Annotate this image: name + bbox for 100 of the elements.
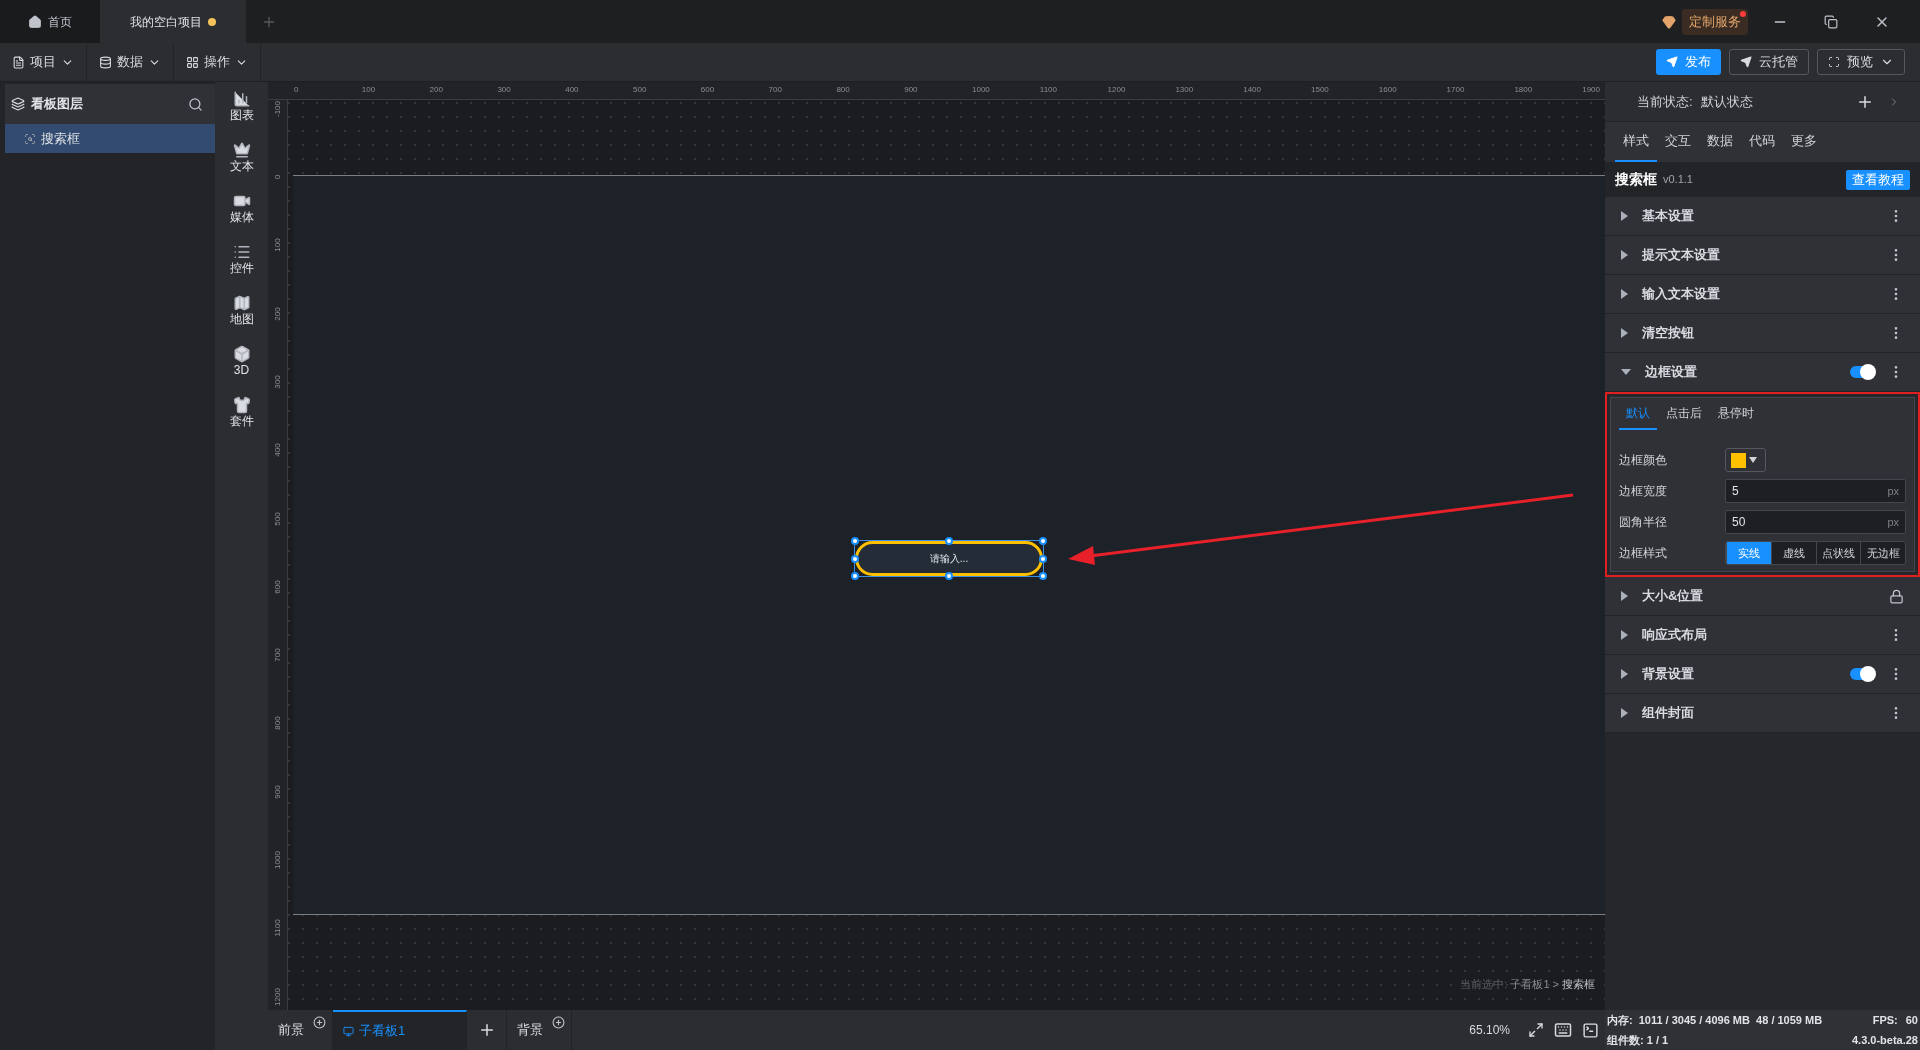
component-count: 组件数: 1 / 1 [1607, 1032, 1670, 1048]
home-icon [28, 14, 42, 29]
state-tab[interactable]: 点击后 [1659, 398, 1709, 430]
section-title: 输入文本设置 [1642, 285, 1721, 304]
section-title: 清空按钮 [1642, 324, 1695, 343]
unit-label: px [1887, 483, 1899, 499]
board-tab[interactable]: 子看板1 [333, 1010, 467, 1050]
gem-icon [1662, 14, 1676, 29]
layer-item[interactable]: 搜索框 [5, 124, 215, 153]
document-icon [12, 55, 25, 69]
number-field[interactable]: 50 px [1725, 510, 1906, 534]
settings-section-header[interactable]: 输入文本设置 [1605, 275, 1920, 314]
caret-down-icon [1621, 368, 1631, 376]
toggle-switch[interactable] [1850, 366, 1874, 378]
settings-section-header[interactable]: 背景设置 [1605, 655, 1920, 694]
caret-right-icon [1621, 289, 1628, 299]
board-tab[interactable]: 背景 [507, 1010, 572, 1050]
inspector-tab[interactable]: 数据 [1699, 122, 1741, 162]
add-circle-icon[interactable] [552, 1016, 565, 1029]
cube-icon [232, 345, 251, 363]
caret-right-icon [1621, 250, 1628, 260]
state-label: 当前状态: [1637, 92, 1693, 111]
crown-icon [232, 141, 251, 159]
map-icon [232, 294, 251, 312]
category-button[interactable]: 媒体 [229, 192, 254, 224]
unit-label: px [1887, 514, 1899, 530]
resize-handle[interactable] [851, 537, 859, 545]
horizontal-ruler: 0 100 200 300 400 500 600 700 800 900 1000 1100 1200 1300 1400 1500 1600 1700 1800 1900 [268, 82, 1605, 100]
breadcrumb-prefix: 当前选中: [1460, 976, 1508, 992]
border-style-option[interactable]: 点状线 [1815, 542, 1861, 564]
caret-right-icon [1621, 708, 1628, 718]
search-box-icon [24, 132, 36, 145]
list-icon [232, 243, 251, 261]
settings-section-header[interactable]: 清空按钮 [1605, 314, 1920, 353]
field-label: 边框样式 [1619, 545, 1668, 562]
caret-right-icon [1621, 211, 1628, 221]
state-tab[interactable]: 默认 [1619, 398, 1657, 430]
category-button[interactable]: 3D [232, 345, 251, 377]
section-title: 基本设置 [1642, 207, 1695, 226]
monitor-icon [343, 1025, 354, 1037]
vertical-ruler: -100 0 100 200 300 400 500 600 700 800 900 1000 1100 1200 [268, 100, 288, 1010]
number-field[interactable]: 5 px [1725, 479, 1906, 503]
document-tab[interactable]: 首页 [0, 0, 100, 43]
keyboard-icon[interactable] [1554, 1021, 1572, 1039]
border-style-option[interactable]: 虚线 [1770, 542, 1816, 564]
category-button[interactable]: 控件 [229, 243, 254, 275]
resize-handle[interactable] [1039, 537, 1047, 545]
panel-title: 看板图层 [31, 95, 84, 114]
resize-handle[interactable] [945, 537, 953, 545]
toggle-switch[interactable] [1850, 668, 1874, 680]
fullscreen-icon [1828, 56, 1840, 68]
document-tab[interactable]: 我的空白项目 [100, 0, 246, 43]
terminal-icon[interactable] [1582, 1021, 1599, 1039]
lock-icon[interactable] [1889, 588, 1904, 604]
caret-right-icon [1621, 669, 1628, 679]
section-title: 组件封面 [1642, 704, 1695, 723]
field-value: 50 [1732, 514, 1747, 531]
restore-icon[interactable] [1824, 14, 1838, 29]
settings-section-header[interactable]: 提示文本设置 [1605, 236, 1920, 275]
fit-screen-icon[interactable] [1528, 1022, 1544, 1038]
settings-section-header[interactable]: 响应式布局 [1605, 616, 1920, 655]
custom-service-button[interactable]: 定制服务 [1682, 8, 1748, 35]
field-label: 圆角半径 [1619, 514, 1668, 531]
action-button[interactable]: 预览 [1817, 49, 1905, 75]
caret-right-icon [1621, 630, 1628, 640]
action-button[interactable]: 云托管 [1729, 49, 1809, 75]
resize-handle[interactable] [1039, 572, 1047, 580]
caret-right-icon [1621, 591, 1628, 601]
category-button[interactable]: 地图 [229, 294, 254, 326]
category-button[interactable]: 图表 [229, 90, 254, 122]
breadcrumb-current: 搜索框 [1562, 976, 1595, 992]
category-button[interactable]: 套件 [229, 396, 254, 428]
app-version: 4.3.0-beta.28 [1851, 1032, 1918, 1048]
inspector-tab[interactable]: 交互 [1657, 122, 1699, 162]
section-title: 边框设置 [1645, 363, 1698, 382]
field-value: 5 [1732, 483, 1740, 500]
state-value: 默认状态 [1700, 92, 1754, 111]
color-picker[interactable] [1725, 448, 1766, 472]
inspector-tab[interactable]: 更多 [1783, 122, 1825, 162]
shirt-icon [232, 396, 251, 414]
add-circle-icon[interactable] [313, 1016, 326, 1029]
inspector-tab[interactable]: 代码 [1741, 122, 1783, 162]
toolbar-menu[interactable]: 数据 [87, 43, 174, 81]
resize-handle[interactable] [945, 572, 953, 580]
fps-value: 60 [1905, 1013, 1918, 1028]
settings-section-header[interactable]: 组件封面 [1605, 694, 1920, 733]
settings-section-header[interactable]: 边框设置 [1605, 353, 1920, 392]
search-icon[interactable] [188, 96, 203, 112]
toolbar-menu[interactable]: 项目 [0, 43, 87, 81]
border-style-option[interactable]: 无边框 [1860, 542, 1905, 564]
field-label: 边框宽度 [1619, 483, 1668, 500]
field-label: 边框颜色 [1619, 452, 1668, 469]
category-button[interactable]: 文本 [229, 141, 254, 173]
settings-section-header[interactable]: 基本设置 [1605, 197, 1920, 236]
state-tab[interactable]: 悬停时 [1711, 398, 1761, 430]
resize-handle[interactable] [851, 572, 859, 580]
component-version: v0.1.1 [1663, 172, 1694, 188]
section-title: 响应式布局 [1642, 626, 1708, 645]
toolbar-menu[interactable]: 操作 [174, 43, 261, 81]
settings-section-header[interactable]: 大小&位置 [1605, 577, 1920, 616]
